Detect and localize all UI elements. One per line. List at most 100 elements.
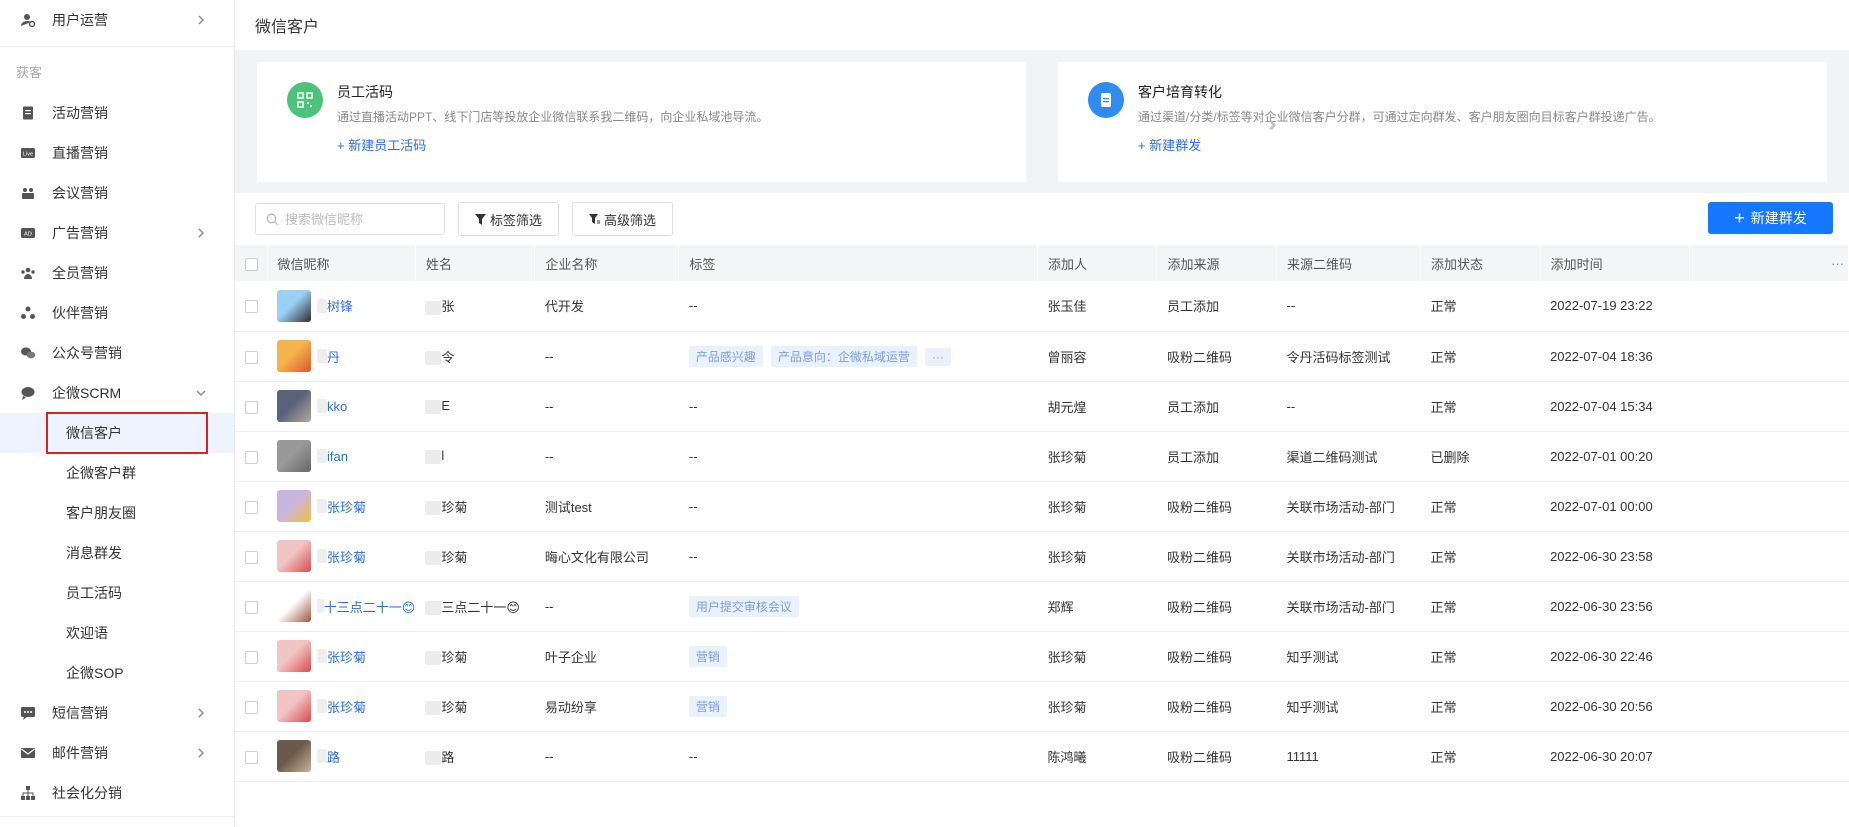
sidebar-subitem-label: 员工活码: [66, 585, 122, 601]
table-row[interactable]: 路 路 -- -- 陈鸿曦 吸粉二维码 11111 正常 2022-06-30 20:07: [235, 731, 1849, 781]
adder-cell: 张玉佳: [1047, 299, 1087, 315]
tag-empty: --: [688, 548, 698, 564]
more-icon[interactable]: ···: [1831, 256, 1844, 271]
row-checkbox[interactable]: [245, 650, 258, 664]
adder-cell: 曾丽容: [1047, 349, 1087, 365]
sidebar-subitem[interactable]: 客户朋友圈: [0, 493, 234, 533]
nickname-link[interactable]: 张珍菊: [327, 647, 366, 666]
table-row[interactable]: 张珍菊 珍菊 叶子企业 营销 张珍菊 吸粉二维码 知乎测试 正常 2022-06-30 22:4…: [235, 631, 1849, 681]
nickname-cell: 张珍菊: [267, 481, 415, 531]
new-broadcast-link[interactable]: + 新建群发: [1138, 135, 1827, 154]
company-cell: --: [544, 348, 554, 364]
empty-cell: [1689, 681, 1848, 731]
empty-cell: [1689, 731, 1848, 781]
table-row[interactable]: 张珍菊 珍菊 测试test -- 张珍菊 吸粉二维码 关联市场活动-部门 正常 2022-07-…: [235, 481, 1849, 531]
sidebar-subitem[interactable]: 欢迎语: [0, 613, 234, 653]
new-broadcast-button[interactable]: + 新建群发: [1708, 202, 1833, 234]
table-row[interactable]: 树锋 张 代开发 -- 张玉佳 员工添加 -- 正常 2022-07-19 23:22: [235, 281, 1849, 331]
sidebar-item-mail[interactable]: 邮件营销: [0, 733, 234, 773]
tags-cell: 用户提交审核会议: [679, 581, 1038, 631]
main-content: 微信客户 员工活码 通过直播活动PPT、线下门店等投放企业微信联系我二维码，向企…: [235, 0, 1849, 827]
guide-card-staff-qrcode: 员工活码 通过直播活动PPT、线下门店等投放企业微信联系我二维码，向企业私域池导…: [257, 62, 1026, 182]
nickname-link[interactable]: 树锋: [327, 296, 353, 315]
sidebar-subitem[interactable]: 员工活码: [0, 573, 234, 613]
new-staff-qrcode-link[interactable]: + 新建员工活码: [337, 135, 1026, 154]
sidebar-item-label: 短信营销: [52, 705, 108, 721]
name-text: 珍菊: [441, 699, 468, 715]
row-checkbox[interactable]: [245, 500, 258, 514]
row-checkbox[interactable]: [245, 700, 258, 714]
row-checkbox[interactable]: [245, 350, 258, 364]
tag-filter-button[interactable]: 标签筛选: [458, 202, 560, 236]
table-row[interactable]: 张珍菊 珍菊 晦心文化有限公司 -- 张珍菊 吸粉二维码 关联市场活动-部门 正常 2022-0…: [235, 531, 1849, 581]
sidebar-item-ad[interactable]: AD 广告营销: [0, 213, 234, 253]
customer-table: 微信昵称 姓名 企业名称 标签 添加人 添加来源 来源二维码 添加状态 添加时间…: [235, 245, 1849, 782]
row-select: [235, 381, 267, 431]
name-text: 珍菊: [441, 549, 468, 565]
company-cell: 代开发: [544, 299, 584, 315]
sidebar-subitem[interactable]: 微信客户: [0, 412, 234, 454]
nickname-cell: 张珍菊: [267, 681, 415, 731]
table-row[interactable]: 十三点二十一😊 三点二十一😊 -- 用户提交审核会议 郑辉 吸粉二维码 关联市场活动-部门 正…: [235, 581, 1849, 631]
nickname-link[interactable]: 张珍菊: [327, 547, 366, 566]
sidebar-item-hierarchy[interactable]: 社会化分销: [0, 773, 234, 813]
table-row[interactable]: ifan l -- -- 张珍菊 员工添加 渠道二维码测试 已删除 2022-07-01 00:…: [235, 431, 1849, 481]
nickname-link[interactable]: 丹: [327, 347, 340, 366]
nickname-link[interactable]: 路: [327, 747, 340, 766]
nickname-link[interactable]: kko: [327, 399, 347, 414]
adder-cell: 陈鸿曦: [1047, 749, 1087, 765]
row-checkbox[interactable]: [245, 550, 258, 564]
blurred-text: [425, 399, 442, 414]
nickname-link[interactable]: 十三点二十一😊: [324, 597, 416, 616]
nickname-link[interactable]: ifan: [327, 449, 348, 464]
sidebar-subitem[interactable]: 消息群发: [0, 533, 234, 573]
sidebar-subitem[interactable]: 企微客户群: [0, 453, 234, 493]
nickname-link[interactable]: 张珍菊: [327, 697, 366, 716]
row-checkbox[interactable]: [245, 300, 258, 314]
sidebar-item-document[interactable]: 活动营销: [0, 93, 234, 133]
search-input[interactable]: [285, 211, 435, 227]
source-cell: 员工添加: [1166, 449, 1219, 465]
guide-card-customer-nurture: 客户培育转化 通过渠道/分类/标签等对企业微信客户分群，可通过定向群发、客户朋友…: [1058, 62, 1827, 182]
adder-cell: 张珍菊: [1047, 699, 1087, 715]
row-checkbox[interactable]: [245, 750, 258, 764]
column-header: 来源二维码: [1276, 245, 1422, 281]
tag: ···: [924, 347, 951, 366]
source-cell: 吸粉二维码: [1166, 699, 1232, 715]
blurred-text: [425, 300, 442, 315]
sidebar-item-label: 伙伴营销: [52, 305, 108, 321]
row-checkbox[interactable]: [245, 400, 258, 414]
status-cell: 正常: [1430, 749, 1457, 765]
sidebar-item-partner[interactable]: 伙伴营销: [0, 293, 234, 333]
table-row[interactable]: kko E -- -- 胡元煌 员工添加 -- 正常 2022-07-04 15:34: [235, 381, 1849, 431]
advanced-filter-icon: [589, 213, 601, 224]
advanced-filter-button[interactable]: 高级筛选: [572, 202, 674, 236]
sidebar-item-chat[interactable]: 企微SCRM: [0, 373, 234, 413]
qrcode-cell: 知乎测试: [1286, 699, 1339, 715]
company-cell: --: [544, 398, 554, 414]
status-cell: 正常: [1430, 599, 1457, 615]
sidebar-item-sms[interactable]: 短信营销: [0, 693, 234, 733]
avatar: [277, 740, 311, 772]
sidebar-item-team[interactable]: 全员营销: [0, 253, 234, 293]
sidebar-item-wechat[interactable]: 公众号营销: [0, 333, 234, 373]
tag: 用户提交审核会议: [688, 595, 799, 617]
nickname-link[interactable]: 张珍菊: [327, 497, 366, 516]
tag-empty: --: [688, 298, 698, 314]
tags-cell: --: [679, 381, 1038, 431]
sidebar-item-meeting[interactable]: 会议营销: [0, 173, 234, 213]
status-cell: 正常: [1430, 349, 1457, 365]
source-cell: 吸粉二维码: [1166, 599, 1232, 615]
empty-cell: [1689, 531, 1848, 581]
select-all-checkbox[interactable]: [245, 257, 258, 271]
company-cell: --: [544, 748, 554, 764]
select-all-header: [235, 245, 268, 281]
table-row[interactable]: 张珍菊 珍菊 易动纷享 营销 张珍菊 吸粉二维码 知乎测试 正常 2022-06-30 20:5…: [235, 681, 1849, 731]
sidebar-item-user-ops[interactable]: 用户运营: [0, 0, 234, 40]
sidebar-item-live[interactable]: Live 直播营销: [0, 133, 234, 173]
empty-cell: [1689, 331, 1848, 381]
table-row[interactable]: 丹 令 -- 产品感兴趣 产品意向：企微私域运营 ··· 曾丽容 吸粉二维码 令丹活码标签测试 正…: [235, 331, 1849, 381]
row-checkbox[interactable]: [245, 600, 258, 614]
sidebar-subitem[interactable]: 企微SOP: [0, 653, 234, 693]
row-checkbox[interactable]: [245, 450, 258, 464]
